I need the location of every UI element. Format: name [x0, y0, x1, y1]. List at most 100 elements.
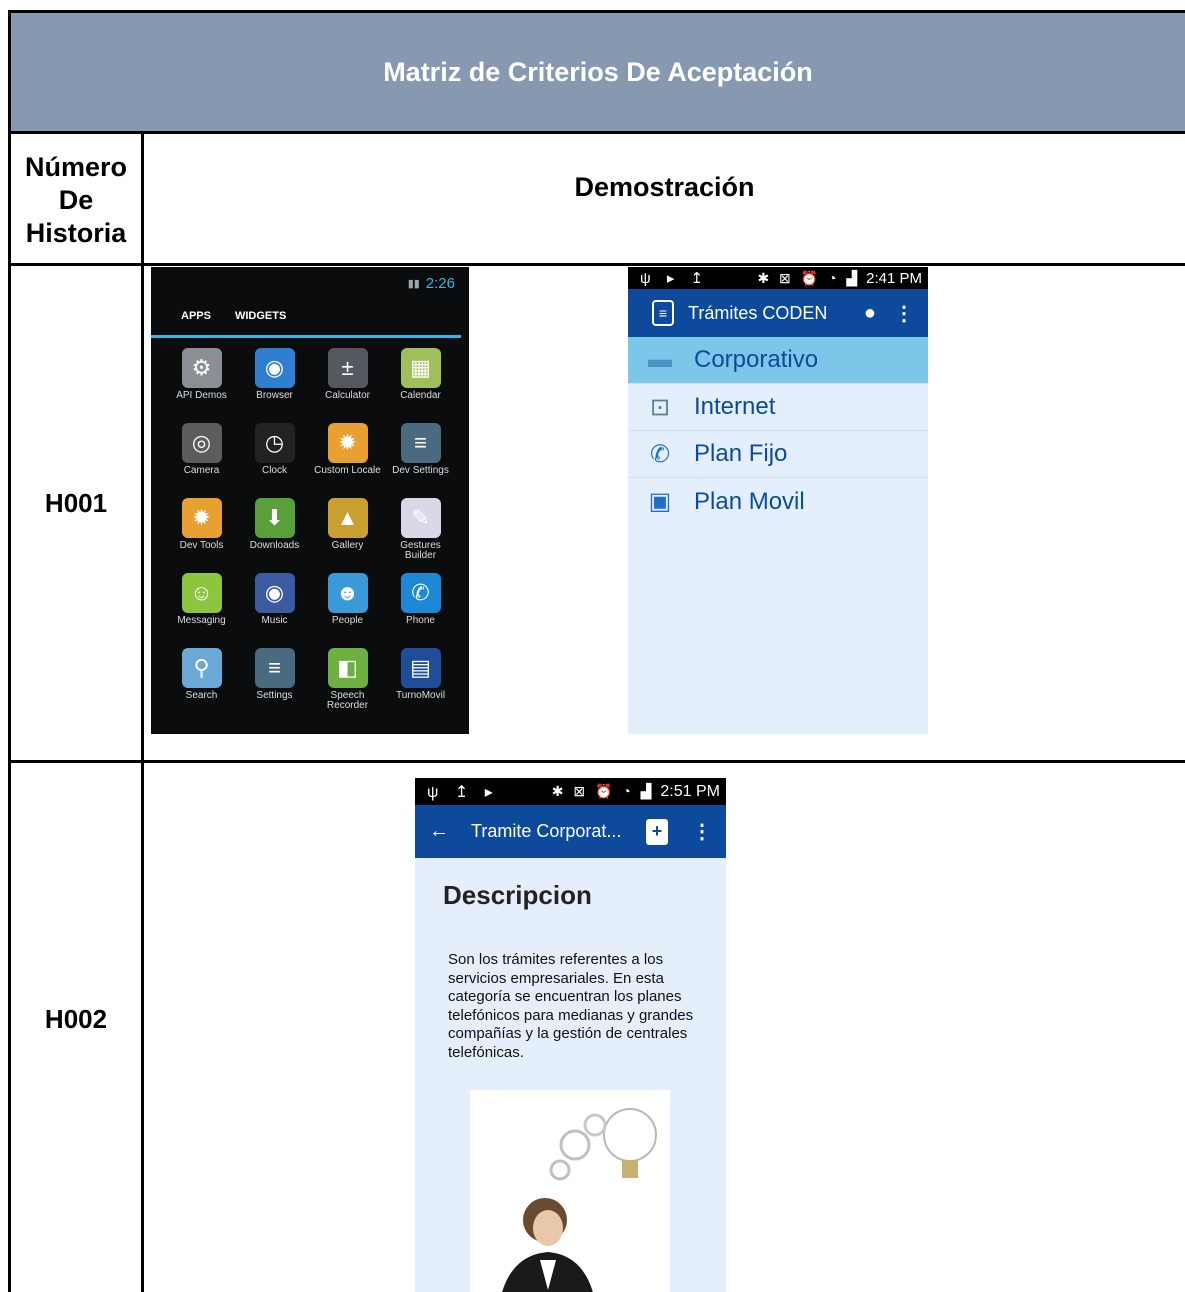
app-music[interactable]: ◉ Music: [238, 573, 311, 648]
notification-icons: ψ ▸ ↥: [640, 270, 710, 287]
app-settings[interactable]: ≡ Settings: [238, 648, 311, 723]
app-search[interactable]: ⚲ Search: [165, 648, 238, 723]
column-header-demo: Demostración: [574, 171, 755, 202]
app-label: Custom Locale: [314, 465, 381, 476]
status-time: 2:26: [425, 275, 455, 292]
notification-icons: ψ ↥ ▸: [427, 783, 499, 801]
app-people[interactable]: ☻ People: [311, 573, 384, 648]
app-label: API Demos: [176, 390, 227, 401]
app-gestures-builder[interactable]: ✎ Gestures Builder: [384, 498, 457, 573]
app-label: Music: [261, 615, 288, 626]
signal-icon: ▮▮: [407, 278, 420, 290]
app-label: Clock: [261, 465, 287, 476]
app-browser[interactable]: ◉ Browser: [238, 348, 311, 423]
music-icon: ◉: [254, 573, 295, 613]
tramite-corporativo-screenshot: ψ ↥ ▸ ✱ ⊠ ⏰ ◔ ▟ 2:51 PM ← Tramite Corpor…: [415, 778, 726, 1292]
back-arrow-icon[interactable]: ←: [429, 820, 449, 843]
app-api-demos[interactable]: ⚙ API Demos: [165, 348, 238, 423]
app-dev-tools[interactable]: ✹ Dev Tools: [165, 498, 238, 573]
add-icon[interactable]: +: [646, 818, 668, 845]
app-turnomovil[interactable]: ▤ TurnoMovil: [384, 648, 457, 723]
app-downloads[interactable]: ⬇ Downloads: [238, 498, 311, 573]
app-bar: ≡ Trámites CODEN ● ⋮: [628, 289, 928, 337]
clock-icon: ◷: [254, 423, 295, 463]
more-options-icon[interactable]: ⋮: [692, 819, 712, 844]
app-calculator[interactable]: ± Calculator: [311, 348, 384, 423]
app-label: Dev Settings: [392, 465, 449, 476]
turnomovil-icon: ▤: [400, 648, 441, 688]
app-label: Phone: [406, 615, 435, 626]
story-id-h002: H002: [44, 1004, 108, 1034]
globe-icon: ◉: [254, 348, 295, 388]
network-icon: ⊡: [649, 393, 671, 421]
app-label: Messaging: [177, 615, 226, 626]
menu-item-label: Corporativo: [694, 346, 819, 373]
menu-item-label: Plan Fijo: [694, 440, 788, 467]
more-options-icon[interactable]: ⋮: [894, 301, 914, 326]
status-bar: ψ ↥ ▸ ✱ ⊠ ⏰ ◔ ▟ 2:51 PM: [415, 778, 726, 805]
messaging-icon: ☺: [181, 573, 222, 613]
lightbulb-woman-illustration: [502, 1108, 657, 1292]
app-camera[interactable]: ◎ Camera: [165, 423, 238, 498]
app-dev-settings[interactable]: ≡ Dev Settings: [384, 423, 457, 498]
app-custom-locale[interactable]: ✹ Custom Locale: [311, 423, 384, 498]
status-time: 2:51 PM: [660, 782, 720, 800]
app-label: Calculator: [324, 390, 371, 401]
app-label: Speech Recorder: [326, 690, 369, 711]
menu-item-internet[interactable]: ⊡ Internet: [628, 384, 928, 431]
menu-item-corporativo[interactable]: ▬ Corporativo: [628, 337, 928, 384]
app-label: Gestures Builder: [400, 540, 441, 561]
status-time: 2:41 PM: [866, 269, 922, 287]
tab-apps[interactable]: APPS: [181, 310, 211, 335]
app-label: TurnoMovil: [395, 690, 446, 701]
app-phone[interactable]: ✆ Phone: [384, 573, 457, 648]
menu-item-plan-fijo[interactable]: ✆ Plan Fijo: [628, 431, 928, 478]
app-label: People: [331, 615, 364, 626]
settings-icon: ≡: [400, 423, 441, 463]
app-label: Browser: [256, 390, 293, 401]
menu-item-label: Internet: [694, 393, 776, 420]
tramites-coden-screenshot: ψ ▸ ↥ ✱ ⊠ ⏰ ◔ ▟ 2:41 PM ≡ Trámites CODEN…: [628, 267, 928, 734]
app-label: Dev Tools: [179, 540, 224, 551]
app-clock[interactable]: ◷ Clock: [238, 423, 311, 498]
app-label: Calendar: [400, 390, 441, 401]
table-title: Matriz de Criterios De Aceptación: [383, 56, 813, 87]
tab-widgets[interactable]: WIDGETS: [235, 310, 286, 335]
status-bar: ψ ▸ ↥ ✱ ⊠ ⏰ ◔ ▟ 2:41 PM: [628, 267, 928, 289]
app-title: Trámites CODEN: [688, 302, 828, 323]
camera-icon: ◎: [181, 423, 222, 463]
system-icons: ✱ ⊠ ⏰ ◔ ▟: [757, 269, 861, 286]
search-icon: ⚲: [181, 648, 222, 688]
description-text: Son los trámites referentes a los servic…: [448, 951, 694, 1061]
gallery-icon: ▲: [327, 498, 368, 538]
app-label: Downloads: [249, 540, 300, 551]
header-divider: [11, 263, 1185, 266]
drawer-tabs: APPS WIDGETS: [151, 300, 461, 338]
story-id-h001: H001: [44, 488, 108, 518]
system-icons: ✱ ⊠ ⏰ ◔ ▟: [551, 783, 655, 799]
phone-icon: ✆: [400, 573, 441, 613]
location-pin-icon[interactable]: ●: [864, 302, 876, 325]
table-title-row: Matriz de Criterios De Aceptación: [11, 13, 1185, 134]
gestures-icon: ✎: [400, 498, 441, 538]
menu-item-plan-movil[interactable]: ▣ Plan Movil: [628, 478, 928, 525]
column-header-number: Número De Historia: [24, 151, 127, 248]
menu-item-label: Plan Movil: [694, 487, 805, 515]
mobile-icon: ▣: [648, 488, 672, 515]
gear-icon: ✹: [181, 498, 222, 538]
app-messaging[interactable]: ☺ Messaging: [165, 573, 238, 648]
download-icon: ⬇: [254, 498, 295, 538]
app-label: Search: [185, 690, 218, 701]
people-icon: ☻: [327, 573, 368, 613]
app-speech-recorder[interactable]: ◧ Speech Recorder: [311, 648, 384, 723]
app-gallery[interactable]: ▲ Gallery: [311, 498, 384, 573]
app-grid: ⚙ API Demos ◉ Browser ± Calculator ▦ Calendar ◎ C…: [151, 338, 469, 723]
phone-icon: ✆: [649, 440, 671, 468]
column-divider: [141, 134, 144, 1292]
app-label: Settings: [256, 690, 293, 701]
app-label: Camera: [183, 465, 220, 476]
app-calendar[interactable]: ▦ Calendar: [384, 348, 457, 423]
description-heading: Descripcion: [443, 880, 592, 910]
calendar-icon: ▦: [400, 348, 441, 388]
app-title: Tramite Corporat...: [471, 821, 622, 841]
